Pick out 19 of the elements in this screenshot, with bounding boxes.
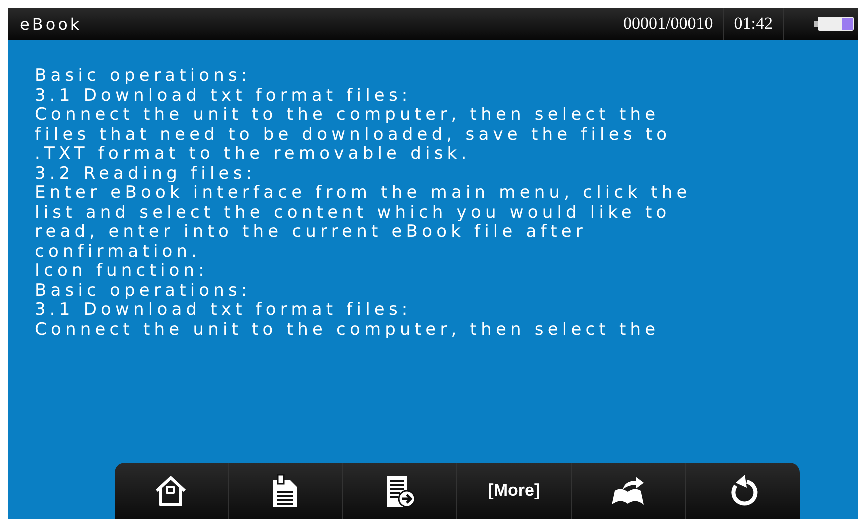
text-line: 3.2 Reading files: [35,164,256,184]
text-line: confirmation. [35,242,202,262]
open-book-icon [611,474,646,508]
text-line: 3.1 Download txt format files: [35,86,412,106]
text-line: 3.1 Download txt format files: [35,301,412,320]
text-line: Basic operations: [35,282,252,301]
text-line: Connect the unit to the computer, then select the [35,320,660,340]
battery-icon [814,17,854,31]
text-line: .TXT format to the removable disk. [35,145,471,164]
text-line: list and select the content which you would like to [35,204,671,223]
text-line: Enter eBook interface from the main menu, click the [35,184,692,204]
text-line: Connect the unit to the computer, then select the [35,106,660,126]
text-line: Icon function: [35,262,209,282]
more-button[interactable]: [More] [457,463,572,519]
text-line: files that need to be downloaded, save the files to [35,126,672,145]
home-icon [154,474,188,508]
window-title: eBook [19,14,84,34]
text-line: Basic operations: [35,67,252,86]
text-line: read, enter into the current eBook file after [35,223,588,242]
